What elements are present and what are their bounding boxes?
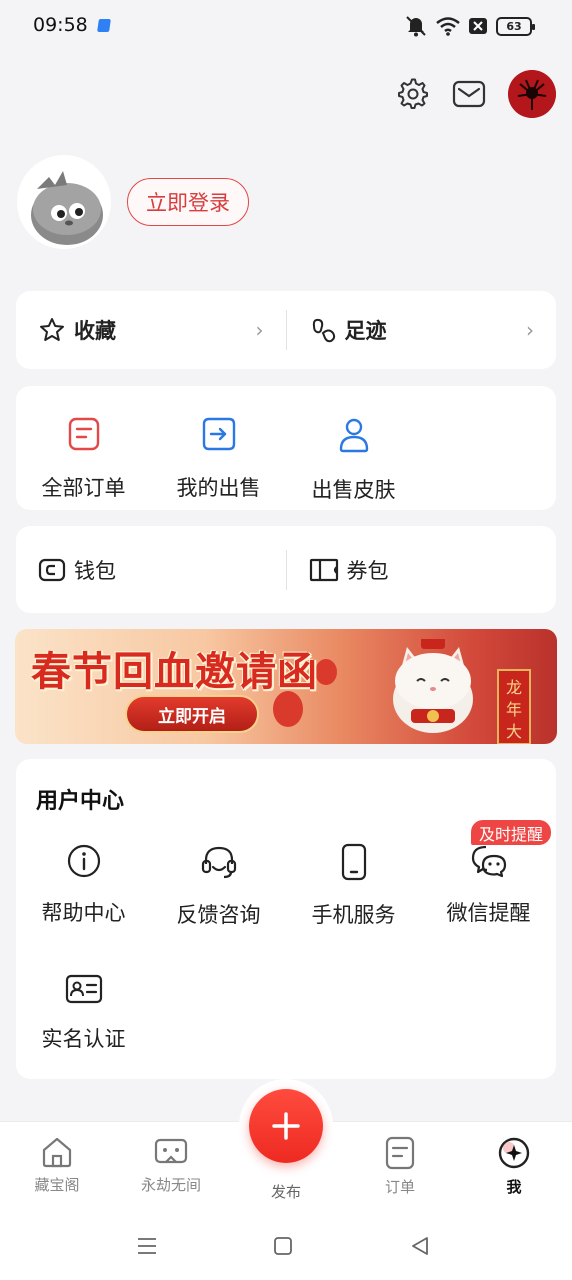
tab-label: 我 <box>506 1178 522 1196</box>
top-actions <box>396 70 556 118</box>
tab-naraka[interactable]: 永劫无间 <box>116 1136 226 1195</box>
coupons-label: 券包 <box>346 558 389 583</box>
wifi-icon <box>436 17 460 36</box>
lantern-decoration <box>315 659 337 685</box>
status-indicators: 63 <box>404 14 535 38</box>
person-icon <box>339 418 368 453</box>
coupons-entry[interactable]: 券包 <box>287 526 557 613</box>
home-icon <box>42 1137 72 1168</box>
svg-text:年: 年 <box>506 700 522 719</box>
chevron-right-icon: › <box>255 318 264 342</box>
banner-title: 春节回血邀请函 <box>31 649 318 695</box>
spring-festival-banner[interactable]: 春节回血邀请函 立即开启 龙年大 <box>15 629 557 744</box>
login-button[interactable]: 立即登录 <box>127 178 249 226</box>
mute-bell-icon <box>406 16 426 37</box>
settings-button[interactable] <box>396 77 430 111</box>
back-nav-button[interactable] <box>408 1234 432 1258</box>
couplet-scroll: 龙年大 <box>497 669 531 744</box>
my-sales-button[interactable]: 我的出售 <box>151 386 286 510</box>
spider-lily-icon <box>508 70 556 118</box>
favorites-entry[interactable]: 收藏 › <box>16 291 286 369</box>
chevron-right-icon: › <box>526 318 534 342</box>
history-label: 足迹 <box>344 319 387 343</box>
feedback-button[interactable]: 反馈咨询 <box>151 843 286 929</box>
phone-service-button[interactable]: 手机服务 <box>286 843 421 929</box>
wallet-card: 钱包 券包 <box>16 526 556 613</box>
compass-star-icon <box>498 1137 530 1169</box>
tab-label: 藏宝阁 <box>34 1176 80 1194</box>
phone-service-label: 手机服务 <box>311 903 396 927</box>
help-center-label: 帮助中心 <box>41 901 126 925</box>
publish-label: 发布 <box>270 1183 301 1201</box>
real-name-label: 实名认证 <box>41 1027 126 1051</box>
headset-icon <box>201 846 236 879</box>
lucky-cat-icon <box>393 639 473 733</box>
timely-reminder-badge: 及时提醒 <box>471 820 552 845</box>
info-icon <box>67 844 100 878</box>
sell-arrow-icon <box>202 417 235 451</box>
publish-button[interactable] <box>249 1089 323 1163</box>
tab-orders[interactable]: 订单 <box>345 1136 455 1197</box>
star-icon <box>40 318 64 341</box>
user-center-title: 用户中心 <box>36 789 125 814</box>
footprint-icon <box>312 318 335 343</box>
sell-skin-label: 出售皮肤 <box>311 478 396 502</box>
tab-treasure-pavilion[interactable]: 藏宝阁 <box>2 1136 112 1195</box>
scroll-text-icon: 龙年大 <box>506 678 522 741</box>
shortcut-card: 收藏 › 足迹 › <box>16 291 556 369</box>
real-name-verification-button[interactable]: 实名认证 <box>16 973 151 1053</box>
tab-label: 永劫无间 <box>140 1176 201 1194</box>
user-avatar[interactable] <box>17 155 111 249</box>
wallet-entry[interactable]: 钱包 <box>16 526 286 613</box>
profile-section: 立即登录 <box>17 155 249 249</box>
help-center-button[interactable]: 帮助中心 <box>16 843 151 927</box>
wechat-reminder-label: 微信提醒 <box>446 901 531 925</box>
tab-me[interactable]: 我 <box>459 1136 569 1197</box>
status-bar: 09:58 63 <box>0 0 572 52</box>
system-nav-bar <box>0 1211 572 1280</box>
svg-text:龙: 龙 <box>506 678 522 697</box>
phone-icon <box>341 843 366 881</box>
status-time: 09:58 <box>33 14 88 36</box>
publish-button-wrap <box>239 1079 333 1173</box>
tab-label: 订单 <box>384 1178 415 1196</box>
coupon-icon <box>309 558 338 581</box>
menu-icon <box>138 1238 156 1254</box>
mascot-avatar-icon <box>19 157 109 247</box>
mail-icon <box>452 80 486 108</box>
user-center-card: 用户中心 帮助中心 反馈咨询 手机服务 微信提醒 及时提醒 实名认证 <box>16 759 556 1079</box>
history-entry[interactable]: 足迹 › <box>287 291 557 369</box>
order-list-icon <box>68 417 99 451</box>
order-icon <box>385 1136 415 1170</box>
gear-icon <box>398 78 428 109</box>
favorites-label: 收藏 <box>74 319 116 343</box>
home-nav-button[interactable] <box>271 1234 295 1258</box>
my-sales-label: 我的出售 <box>176 476 261 500</box>
wechat-icon <box>471 845 506 878</box>
feedback-label: 反馈咨询 <box>176 903 261 927</box>
sell-skin-button[interactable]: 出售皮肤 <box>286 386 421 510</box>
back-triangle-icon <box>412 1237 428 1255</box>
messages-button[interactable] <box>452 77 486 111</box>
app-notification-icon <box>97 19 111 32</box>
all-orders-button[interactable]: 全部订单 <box>16 386 151 510</box>
game-avatar[interactable] <box>508 70 556 118</box>
wechat-reminder-button[interactable]: 微信提醒 <box>421 843 556 927</box>
wallet-icon <box>38 558 66 581</box>
battery-indicator: 63 <box>496 16 535 36</box>
id-card-icon <box>65 974 102 1004</box>
svg-text:大: 大 <box>506 722 522 741</box>
battery-level: 63 <box>506 19 522 33</box>
square-icon <box>274 1237 292 1255</box>
wallet-label: 钱包 <box>74 558 116 583</box>
all-orders-label: 全部订单 <box>41 476 126 500</box>
recent-apps-button[interactable] <box>135 1234 159 1258</box>
banner-open-button[interactable]: 立即开启 <box>125 695 259 733</box>
plus-icon <box>272 1112 300 1140</box>
game-controller-icon <box>154 1138 188 1164</box>
no-sim-icon <box>469 18 487 34</box>
orders-card: 全部订单 我的出售 出售皮肤 <box>16 386 556 510</box>
